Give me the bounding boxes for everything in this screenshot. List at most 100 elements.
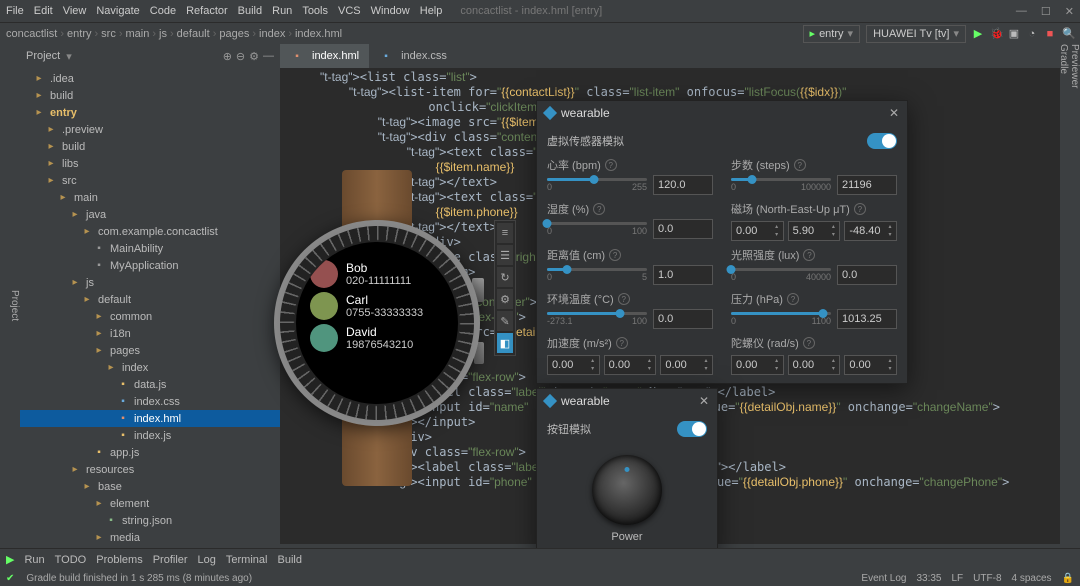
tab-index.css[interactable]: ▪index.css	[369, 44, 457, 68]
sensor-value-input[interactable]: 1013.25	[837, 309, 897, 329]
sensor-value-input[interactable]: 0.00▴▾	[731, 355, 784, 375]
slider-track[interactable]	[547, 312, 647, 315]
close-icon[interactable]: ✕	[889, 106, 899, 120]
tree-item[interactable]: ▸ media	[20, 529, 280, 546]
tree-item[interactable]: ▸ build	[20, 138, 280, 155]
sensor-value-input[interactable]: 0.00▴▾	[731, 221, 784, 241]
menu-edit[interactable]: Edit	[34, 5, 53, 17]
sensor-value-input[interactable]: 0.00▴▾	[788, 355, 841, 375]
help-icon[interactable]: ?	[803, 249, 815, 261]
tree-item[interactable]: ▪ MyApplication	[20, 257, 280, 274]
tree-item[interactable]: ▸ main	[20, 189, 280, 206]
menu-code[interactable]: Code	[150, 5, 176, 17]
tree-item[interactable]: ▸ src	[20, 172, 280, 189]
tree-item[interactable]: ▪ index.hml	[20, 410, 280, 427]
menu-build[interactable]: Build	[238, 5, 262, 17]
tree-item[interactable]: ▸ build	[20, 87, 280, 104]
tree-item[interactable]: ▸ .idea	[20, 70, 280, 87]
slider-track[interactable]	[731, 178, 831, 181]
gutter-previewer[interactable]: Previewer	[1069, 44, 1080, 564]
tree-item[interactable]: ▸ com.example.concactlist	[20, 223, 280, 240]
tree-item[interactable]: ▸ js	[20, 274, 280, 291]
help-icon[interactable]: ?	[618, 293, 630, 305]
tree-item[interactable]: ▸ pages	[20, 342, 280, 359]
coverage-icon[interactable]: ▣	[1008, 27, 1020, 40]
tree-item[interactable]: ▪ app.js	[20, 444, 280, 461]
watch-screen[interactable]: Bob020-11111111 Carl0755-33333333 David1…	[296, 242, 458, 404]
simbar-btn-0[interactable]: ≡	[497, 223, 513, 243]
tree-item[interactable]: ▸ common	[20, 308, 280, 325]
profile-icon[interactable]: ◔	[1026, 28, 1038, 40]
menu-navigate[interactable]: Navigate	[96, 5, 139, 17]
contact-item[interactable]: David19876543210	[296, 322, 458, 354]
sensor-value-input[interactable]: 5.90▴▾	[788, 221, 841, 241]
tree-item[interactable]: ▸ java	[20, 206, 280, 223]
tree-item[interactable]: ▸ base	[20, 478, 280, 495]
project-tree[interactable]: ▸ .idea ▸ build ▸ entry ▸ .preview ▸ bui…	[20, 68, 280, 564]
help-icon[interactable]: ?	[616, 337, 628, 349]
help-icon[interactable]: ?	[787, 293, 799, 305]
sensor-value-input[interactable]: 21196	[837, 175, 897, 195]
status-item[interactable]: LF	[952, 573, 964, 584]
left-gutter[interactable]: ProjectStructureOhosBuild VariantsFavori…	[0, 44, 20, 564]
close-icon[interactable]: ✕	[699, 394, 709, 408]
sensor-value-input[interactable]: 0.0	[837, 265, 897, 285]
help-icon[interactable]: ?	[593, 203, 605, 215]
tree-item[interactable]: ▸ .preview	[20, 121, 280, 138]
help-icon[interactable]: ?	[803, 337, 815, 349]
menu-tools[interactable]: Tools	[302, 5, 328, 17]
help-icon[interactable]: ?	[794, 159, 806, 171]
status-item[interactable]: Event Log	[861, 573, 906, 584]
slider-track[interactable]	[547, 222, 647, 225]
bottom-tab-problems[interactable]: Problems	[96, 554, 142, 566]
run-config-selector[interactable]: ▸ entry ▾	[803, 25, 861, 43]
close-icon[interactable]: ✕	[1065, 5, 1074, 18]
sensor-value-input[interactable]: 0.0	[653, 309, 713, 329]
tree-item[interactable]: ▪ data.js	[20, 376, 280, 393]
debug-icon[interactable]: 🐞	[990, 27, 1002, 40]
gear-icon[interactable]: ⚙	[249, 50, 259, 63]
status-item[interactable]: UTF-8	[973, 573, 1001, 584]
sensor-sim-toggle[interactable]	[867, 133, 897, 149]
expand-icon[interactable]: ⊕	[223, 50, 232, 63]
button-sim-toggle[interactable]	[677, 421, 707, 437]
bottom-tab-log[interactable]: Log	[198, 554, 216, 566]
sensor-value-input[interactable]: 120.0	[653, 175, 713, 195]
minimize-icon[interactable]: —	[1016, 5, 1027, 18]
run-icon[interactable]: ▶	[972, 27, 984, 40]
right-gutter[interactable]: PreviewerGradle	[1060, 44, 1080, 564]
bottom-tab-terminal[interactable]: Terminal	[226, 554, 268, 566]
menu-refactor[interactable]: Refactor	[186, 5, 228, 17]
tree-item[interactable]: ▸ libs	[20, 155, 280, 172]
sensor-value-input[interactable]: 0.00▴▾	[660, 355, 713, 375]
bottom-tab-run[interactable]: Run	[24, 554, 44, 566]
slider-track[interactable]	[731, 312, 831, 315]
simbar-btn-5[interactable]: ◧	[497, 333, 513, 353]
menu-view[interactable]: View	[63, 5, 87, 17]
tree-item[interactable]: ▸ default	[20, 291, 280, 308]
menu-file[interactable]: File	[6, 5, 24, 17]
bottom-tab-profiler[interactable]: Profiler	[153, 554, 188, 566]
status-item[interactable]: 4 spaces	[1012, 573, 1052, 584]
tree-item[interactable]: ▸ index	[20, 359, 280, 376]
sensor-value-input[interactable]: 0.0	[653, 219, 713, 239]
menu-window[interactable]: Window	[371, 5, 410, 17]
contact-item[interactable]: Carl0755-33333333	[296, 290, 458, 322]
bottom-tool-tabs[interactable]: ▶RunTODOProblemsProfilerLogTerminalBuild	[0, 548, 1080, 570]
search-icon[interactable]: 🔍	[1062, 27, 1074, 40]
tree-item[interactable]: ▪ MainAbility	[20, 240, 280, 257]
collapse-icon[interactable]: ⊖	[236, 50, 245, 63]
hide-icon[interactable]: —	[263, 50, 274, 63]
sensor-value-input[interactable]: 0.00▴▾	[547, 355, 600, 375]
tree-item[interactable]: ▸ element	[20, 495, 280, 512]
tree-item[interactable]: ▪ index.css	[20, 393, 280, 410]
tab-index.hml[interactable]: ▪index.hml	[280, 44, 369, 68]
gutter-project[interactable]: Project	[9, 48, 20, 564]
simbar-btn-2[interactable]: ↻	[497, 267, 513, 287]
sensor-value-input[interactable]: 1.0	[653, 265, 713, 285]
help-icon[interactable]: ?	[605, 159, 617, 171]
slider-track[interactable]	[547, 178, 647, 181]
tree-item[interactable]: ▸ i18n	[20, 325, 280, 342]
tree-item[interactable]: ▸ resources	[20, 461, 280, 478]
device-selector[interactable]: HUAWEI Tv [tv] ▾	[866, 25, 966, 43]
